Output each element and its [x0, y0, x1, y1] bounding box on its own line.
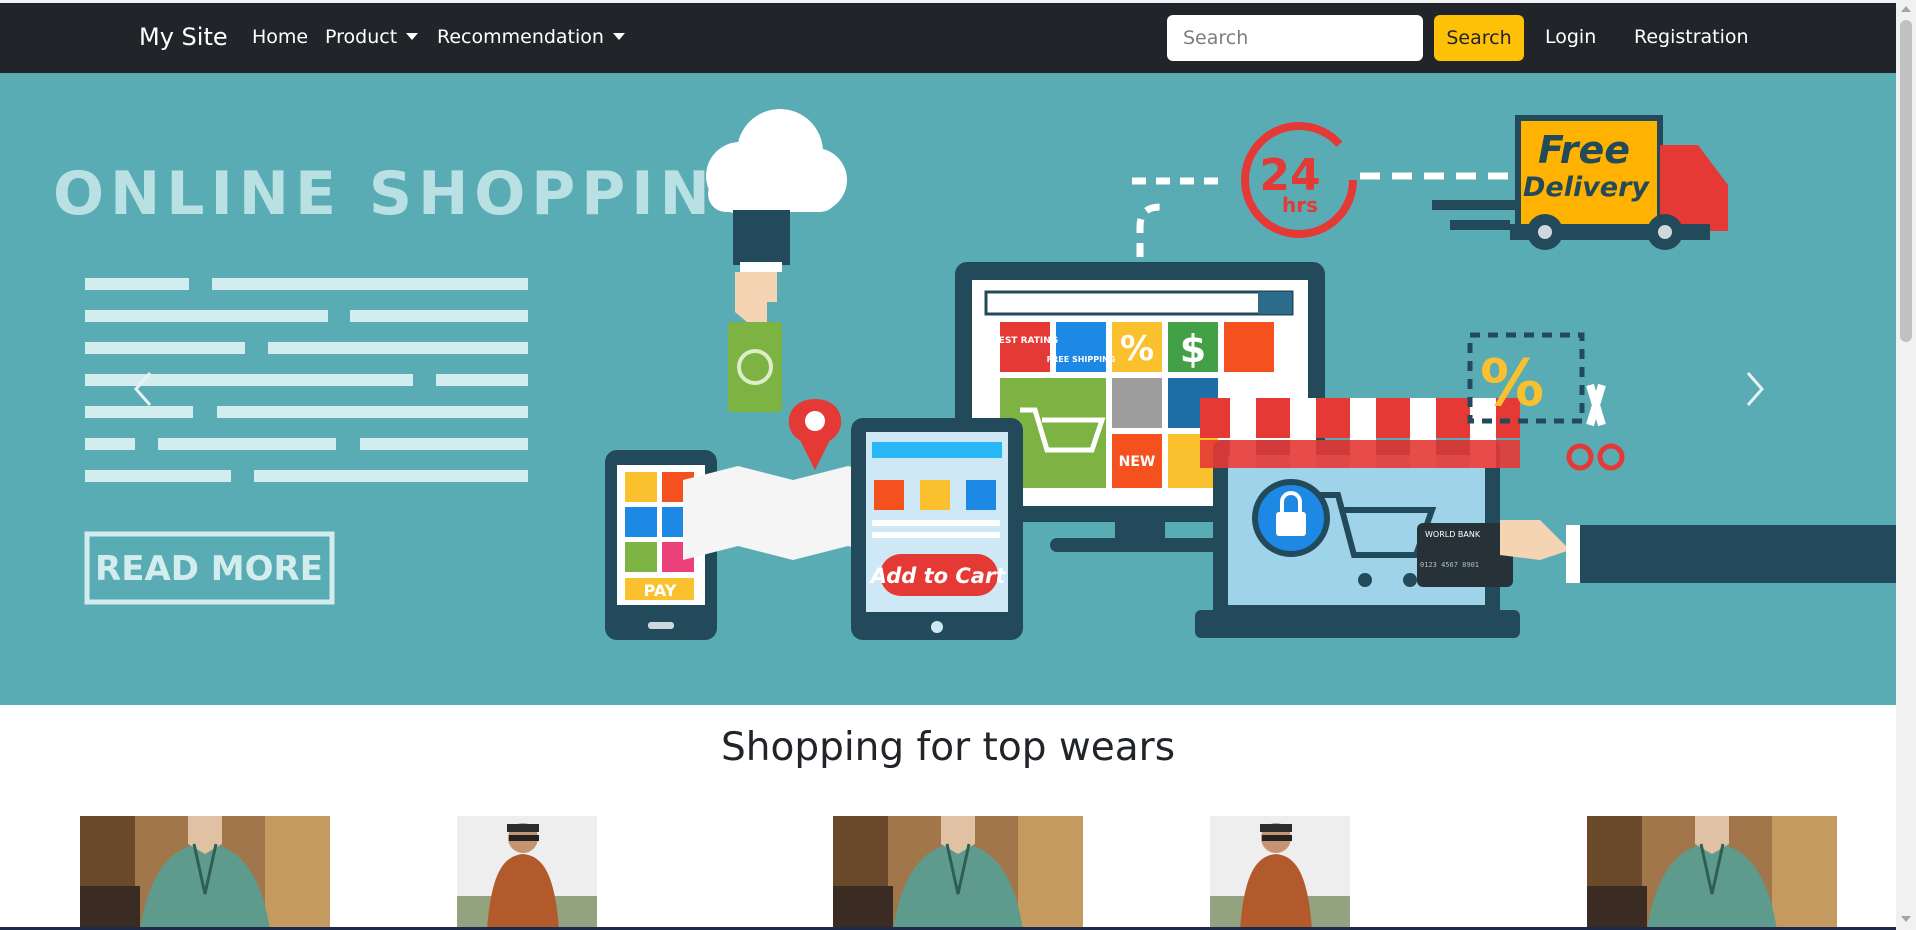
- hand-money-icon: [728, 210, 790, 412]
- nav-home[interactable]: Home: [252, 26, 308, 48]
- svg-text:Free: Free: [1538, 128, 1630, 172]
- online-store-laptop-icon: WORLD BANK 0123 4567 8901: [1195, 398, 1896, 638]
- product-image[interactable]: [1587, 816, 1837, 930]
- scroll-down-icon[interactable]: [1901, 916, 1911, 922]
- search-button[interactable]: Search: [1434, 15, 1524, 61]
- scrollbar-thumb[interactable]: [1900, 20, 1912, 342]
- nav-product-dropdown[interactable]: Product: [325, 26, 419, 48]
- svg-text:$: $: [1180, 327, 1206, 371]
- scroll-up-icon[interactable]: [1901, 6, 1911, 12]
- svg-text:PAY: PAY: [644, 581, 677, 600]
- product-row: [0, 816, 1896, 930]
- section-heading: Shopping for top wears: [720, 725, 1176, 770]
- svg-text:Add to Cart: Add to Cart: [869, 564, 1007, 588]
- svg-text:FREE SHIPPING: FREE SHIPPING: [1047, 355, 1116, 364]
- chevron-right-icon[interactable]: [1746, 372, 1764, 406]
- nav-recommendation-dropdown[interactable]: Recommendation: [437, 26, 625, 48]
- 24-hours-icon: 24 hrs: [1241, 122, 1357, 238]
- delivery-truck-icon: Free Delivery: [1432, 115, 1728, 250]
- cloud-icon: [706, 109, 847, 212]
- banner-headline: ONLINE SHOPPING: [53, 159, 771, 229]
- product-image[interactable]: [833, 816, 1083, 930]
- product-image[interactable]: [457, 816, 597, 930]
- svg-text:BEST RATING: BEST RATING: [992, 336, 1058, 346]
- read-more-label: READ MORE: [95, 549, 323, 589]
- svg-text:0123 4567 8901: 0123 4567 8901: [1420, 561, 1479, 569]
- svg-text:WORLD BANK: WORLD BANK: [1425, 530, 1481, 539]
- registration-link[interactable]: Registration: [1634, 26, 1749, 48]
- nav-product-label: Product: [325, 26, 398, 48]
- login-link[interactable]: Login: [1545, 26, 1596, 48]
- placeholder-text-lines: [85, 278, 528, 482]
- brand-link[interactable]: My Site: [139, 23, 228, 51]
- hero-carousel: ONLINE SHOPPING READ MORE 24 hrs Free De…: [0, 73, 1896, 705]
- caret-down-icon: [612, 33, 625, 40]
- product-image[interactable]: [1210, 816, 1350, 930]
- svg-text:%: %: [1480, 347, 1544, 421]
- caret-down-icon: [406, 33, 419, 40]
- svg-text:NEW: NEW: [1119, 454, 1156, 470]
- dashed-route: [1132, 177, 1222, 257]
- svg-text:Delivery: Delivery: [1523, 172, 1650, 203]
- navbar: My Site Home Product Recommendation Sear…: [0, 3, 1896, 73]
- svg-text:hrs: hrs: [1282, 193, 1318, 217]
- tablet-icon: Add to Cart: [851, 418, 1023, 640]
- nav-recommendation-label: Recommendation: [437, 26, 604, 48]
- product-image[interactable]: [80, 816, 330, 930]
- read-more-button[interactable]: READ MORE: [84, 531, 335, 605]
- vertical-scrollbar[interactable]: [1896, 0, 1916, 930]
- svg-text:%: %: [1120, 329, 1154, 369]
- search-input[interactable]: [1167, 15, 1423, 61]
